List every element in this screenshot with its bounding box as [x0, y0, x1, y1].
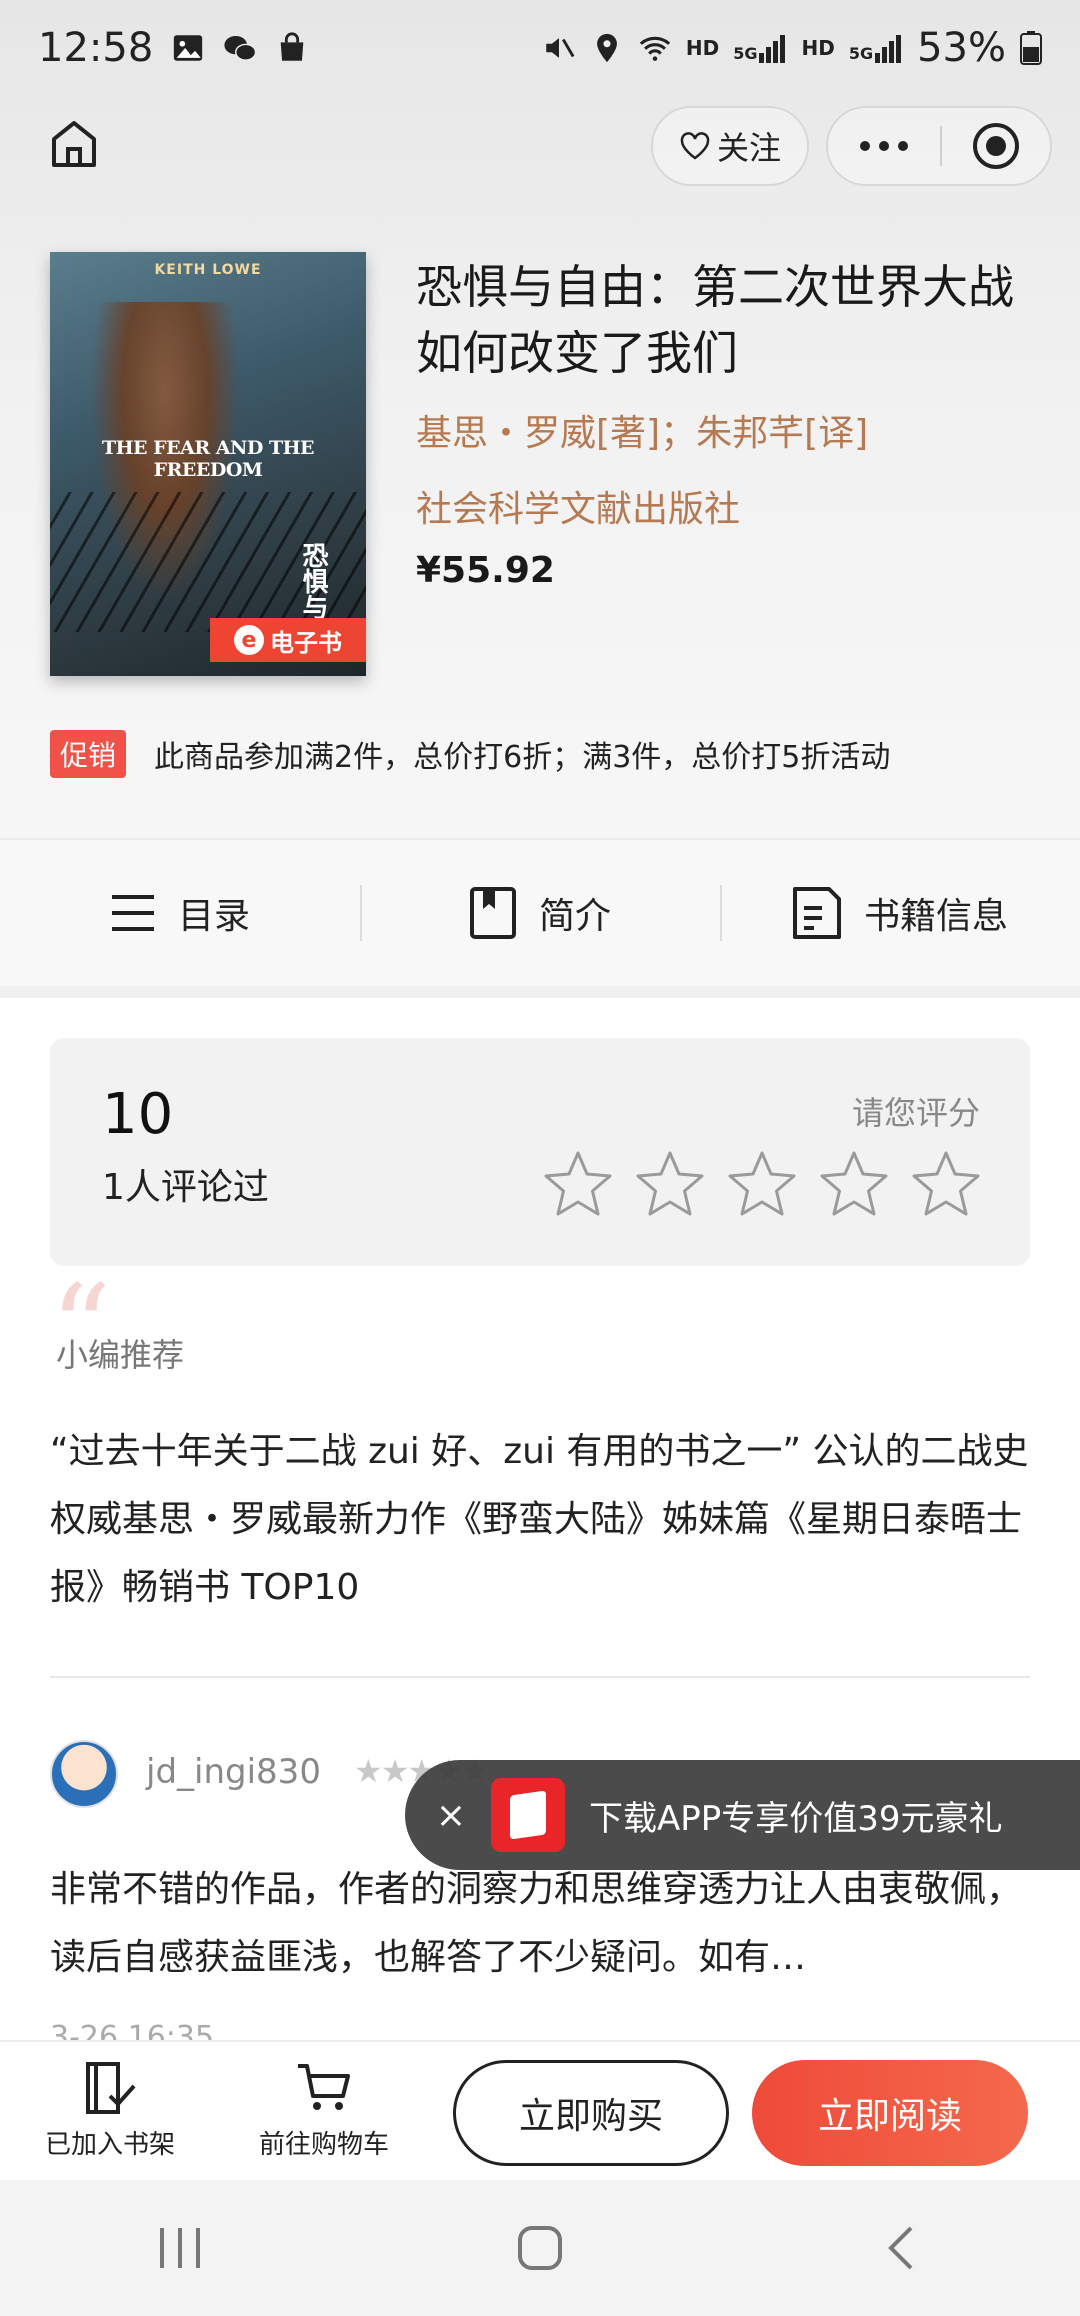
editor-label: 小编推荐: [56, 1336, 185, 1374]
app-logo-icon: [491, 1778, 565, 1852]
more-dot-icon: [860, 141, 870, 151]
bookshelf-check-icon: [86, 2062, 136, 2114]
rating-stars: [542, 1148, 982, 1220]
network-5g-1: 5G: [733, 44, 758, 63]
rating-card: 10 1人评论过 请您评分: [50, 1038, 1030, 1266]
book-author[interactable]: 基思・罗威[著]；朱邦芊[译]: [416, 404, 868, 456]
signal-bars-icon: [759, 35, 786, 63]
content-divider: [50, 1676, 1030, 1678]
buy-now-button[interactable]: 立即购买: [453, 2060, 729, 2166]
toast-text: 下载APP专享价值39元豪礼: [589, 1798, 1003, 1839]
star-1-icon[interactable]: [542, 1148, 614, 1220]
close-miniprogram-button[interactable]: [942, 121, 1050, 171]
wechat-icon: [224, 35, 257, 61]
cover-author: KEITH LOWE: [154, 262, 262, 278]
cart-label: 前往购物车: [258, 2130, 389, 2160]
mini-program-capsule: [826, 106, 1052, 186]
book-publisher[interactable]: 社会科学文献出版社: [416, 480, 740, 532]
tab-book-info[interactable]: 书籍信息: [720, 885, 1080, 941]
promo-tag: 促销: [50, 730, 127, 778]
network-5g-2: 5G: [848, 44, 874, 63]
tab-book-info-label: 书籍信息: [863, 896, 1008, 937]
shopping-bag-icon: [280, 32, 304, 61]
back-chevron-icon: [888, 2226, 913, 2270]
signal-bars-icon: [875, 35, 902, 63]
list-icon: [111, 895, 154, 931]
reviewer-count: 1人评论过: [102, 1167, 269, 1208]
status-left: 12:58: [38, 25, 309, 71]
signal-1: 5G: [733, 33, 787, 63]
book-price: ¥55.92: [416, 550, 555, 591]
ebook-badge: e 电子书: [210, 618, 366, 662]
system-navigation-bar: [0, 2180, 1080, 2316]
toast-close-button[interactable]: ×: [431, 1795, 471, 1836]
cart-icon: [298, 2064, 350, 2110]
heart-icon: [680, 132, 710, 160]
recents-icon: [160, 2228, 200, 2268]
gallery-icon: [174, 35, 203, 61]
more-dot-icon: [898, 141, 908, 151]
promotion-row[interactable]: 促销 此商品参加满2件，总价打6折；满3件，总价打5折活动: [50, 730, 890, 778]
tab-bar: 目录 简介 书籍信息: [0, 838, 1080, 986]
star-3-icon[interactable]: [726, 1148, 798, 1220]
more-button[interactable]: [828, 141, 940, 151]
section-divider: [0, 986, 1080, 998]
signal-2: 5G: [849, 33, 903, 63]
star-5-icon[interactable]: [910, 1148, 982, 1220]
bookmark-icon: [469, 887, 516, 939]
home-button[interactable]: [46, 116, 102, 172]
location-icon: [596, 33, 617, 63]
book-cover[interactable]: KEITH LOWE THE FEAR AND THE FREEDOM 恐惧与 …: [50, 252, 366, 676]
tab-intro[interactable]: 简介: [360, 885, 720, 941]
battery-icon: [1020, 31, 1042, 65]
tab-catalog[interactable]: 目录: [0, 887, 360, 939]
editor-text: “过去十年关于二战 zui 好、zui 有用的书之一” 公认的二战史权威基思・罗…: [50, 1431, 1029, 1608]
target-icon: [973, 123, 1019, 169]
cover-title: THE FEAR AND THE FREEDOM: [101, 437, 315, 481]
back-button[interactable]: [860, 2208, 940, 2288]
avatar[interactable]: [50, 1740, 118, 1808]
app-logo-mark: [510, 1790, 546, 1840]
tab-intro-label: 简介: [538, 896, 611, 937]
recents-button[interactable]: [140, 2208, 220, 2288]
rating-score: 10: [102, 1082, 174, 1147]
follow-button[interactable]: 关注: [651, 106, 809, 186]
review-text[interactable]: 非常不错的作品，作者的洞察力和思维穿透力让人由衷敬佩，读后自感获益匪浅，也解答了…: [50, 1856, 1030, 1992]
bottom-action-bar: 已加入书架 前往购物车 立即购买 立即阅读: [0, 2040, 1080, 2180]
document-icon: [792, 887, 841, 939]
network-type-2: HD: [801, 36, 835, 60]
download-app-toast[interactable]: × 下载APP专享价值39元豪礼: [405, 1760, 1080, 1870]
read-now-button[interactable]: 立即阅读: [752, 2060, 1028, 2166]
reviewer-name[interactable]: jd_ingi830: [146, 1752, 321, 1792]
more-dot-icon: [879, 141, 889, 151]
bookshelf-label: 已加入书架: [44, 2130, 175, 2160]
home-icon: [52, 121, 96, 167]
clock: 12:58: [38, 25, 154, 71]
mute-icon: [546, 38, 575, 58]
cover-cn-title: 恐惧与: [298, 542, 328, 620]
star-2-icon[interactable]: [634, 1148, 706, 1220]
rate-hint: 请您评分: [851, 1094, 980, 1132]
promo-text: 此商品参加满2件，总价打6折；满3件，总价打5折活动: [154, 740, 891, 775]
system-home-button[interactable]: [500, 2208, 580, 2288]
cart-button[interactable]: 前往购物车: [254, 2060, 394, 2161]
status-right: HD 5G HD 5G 53%: [542, 25, 1042, 71]
home-square-icon: [518, 2226, 562, 2270]
tab-catalog-label: 目录: [177, 896, 250, 937]
bookshelf-button[interactable]: 已加入书架: [40, 2060, 180, 2161]
status-bar: 12:58 HD 5G HD 5G 53%: [0, 0, 1080, 96]
network-type-1: HD: [685, 36, 720, 60]
follow-label: 关注: [716, 129, 781, 167]
battery-percent: 53%: [917, 25, 1006, 71]
ebook-e-icon: e: [234, 625, 264, 655]
wifi-icon: [639, 36, 671, 61]
book-title: 恐惧与自由：第二次世界大战如何改变了我们: [416, 260, 1014, 380]
ebook-badge-label: 电子书: [270, 628, 342, 657]
star-4-icon[interactable]: [818, 1148, 890, 1220]
